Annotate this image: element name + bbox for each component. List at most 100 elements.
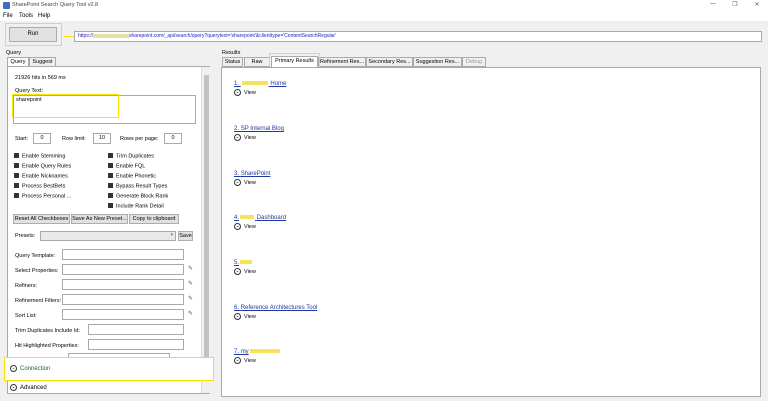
result-link[interactable]: 4. Dashboard [234, 215, 286, 221]
query-panel-scrollbar[interactable] [201, 67, 210, 393]
result-number: 3. [234, 171, 240, 177]
refiners-input[interactable] [62, 279, 184, 290]
result-link[interactable]: 7. my [234, 349, 281, 355]
tab-secondary-results[interactable]: Secondary Res... [366, 57, 413, 67]
result-item: 5. ⌄ View [234, 260, 256, 275]
checkbox-label: Enable FQL [116, 163, 146, 170]
rows-per-page-label: Rows per page: [120, 136, 159, 142]
trim-duplicates-id-label: Trim Duplicates Include Id: [15, 328, 80, 334]
preset-save-button[interactable]: Save [178, 231, 193, 241]
checkbox-enable-nicknames[interactable]: Enable Nicknames [14, 173, 68, 180]
edit-pencil-icon[interactable]: ✎ [188, 280, 193, 287]
checkbox-generate-block-rank[interactable]: Generate Block Rank [108, 193, 168, 200]
row-limit-input[interactable]: 10 [93, 133, 111, 144]
checkbox-icon [108, 203, 113, 208]
view-expander[interactable]: ⌄ View [234, 223, 286, 230]
chevron-down-icon: ⌄ [234, 357, 241, 364]
query-url-field[interactable]: https:// sharepoint.com/_api/search/query… [74, 31, 762, 42]
close-icon[interactable]: ✕ [750, 1, 764, 8]
checkbox-icon [108, 193, 113, 198]
advanced-label: Advanced [20, 385, 47, 392]
result-title: SharePoint [240, 171, 271, 177]
chevron-down-icon: ⌄ [234, 179, 241, 186]
chevron-down-icon: ⌄ [234, 313, 241, 320]
minimize-icon[interactable]: — [706, 1, 720, 7]
menu-file[interactable]: File [3, 13, 13, 19]
tab-suggestion-results[interactable]: Suggestion Res... [413, 57, 462, 67]
checkbox-icon [14, 153, 19, 158]
checkbox-label: Enable Query Rules [22, 163, 72, 170]
refinement-filters-input[interactable] [62, 294, 184, 305]
copy-to-clipboard-button[interactable]: Copy to clipboard [129, 214, 179, 224]
checkbox-label: Enable Phonetic [116, 173, 157, 180]
sort-list-label: Sort List: [15, 313, 37, 319]
maximize-icon[interactable]: ❐ [728, 1, 742, 8]
checkbox-bypass-result-types[interactable]: Bypass Result Types [108, 183, 167, 190]
edit-pencil-icon[interactable]: ✎ [188, 265, 193, 272]
menu-tools[interactable]: Tools [19, 13, 33, 19]
query-template-input[interactable] [62, 249, 184, 260]
checkbox-enable-phonetic[interactable]: Enable Phonetic [108, 173, 156, 180]
view-expander[interactable]: ⌄ View [234, 89, 286, 96]
run-button[interactable]: Run [9, 27, 57, 42]
result-link[interactable]: 3. SharePoint [234, 171, 270, 177]
checkbox-process-bestbets[interactable]: Process BestBets [14, 183, 65, 190]
trim-duplicates-id-input[interactable] [88, 324, 184, 335]
result-title: SP Internal Blog [240, 126, 284, 132]
tab-refinement-results[interactable]: Refinement Res... [318, 57, 366, 67]
view-expander[interactable]: ⌄ View [234, 268, 256, 275]
hit-highlighted-properties-label: Hit Highlighted Properties: [15, 343, 79, 349]
hit-highlighted-properties-input[interactable] [88, 339, 184, 350]
result-title: Dashboard [256, 215, 287, 221]
result-link[interactable]: 2. SP Internal Blog [234, 126, 284, 132]
sort-list-input[interactable] [62, 309, 184, 320]
checkbox-enable-stemming[interactable]: Enable Stemming [14, 153, 65, 160]
tab-raw[interactable]: Raw [244, 57, 270, 67]
connection-expander[interactable]: ⌄ Connection [10, 365, 50, 372]
view-expander[interactable]: ⌄ View [234, 357, 281, 364]
row-limit-label: Row limit: [62, 136, 86, 142]
result-number: 7. [234, 349, 240, 355]
checkbox-label: Enable Nicknames [22, 173, 68, 180]
checkbox-trim-duplicates[interactable]: Trim Duplicates [108, 153, 154, 160]
redaction-mark [241, 81, 268, 86]
tab-debug[interactable]: Debug [462, 57, 486, 67]
view-label: View [244, 357, 256, 364]
checkbox-process-personal[interactable]: Process Personal ... [14, 193, 71, 200]
result-link[interactable]: 5. [234, 260, 256, 266]
edit-pencil-icon[interactable]: ✎ [188, 310, 193, 317]
presets-dropdown[interactable]: ▾ [40, 231, 176, 241]
checkbox-icon [108, 163, 113, 168]
result-title: my [240, 349, 249, 355]
edit-pencil-icon[interactable]: ✎ [188, 295, 193, 302]
checkbox-include-rank-detail[interactable]: Include Rank Detail [108, 203, 164, 210]
query-template-label: Query Template: [15, 253, 56, 259]
view-expander[interactable]: ⌄ View [234, 179, 270, 186]
checkbox-icon [108, 153, 113, 158]
result-item: 6. Reference Architectures Tool ⌄ View [234, 305, 317, 320]
checkbox-enable-fql[interactable]: Enable FQL [108, 163, 145, 170]
view-label: View [244, 268, 256, 275]
view-label: View [244, 134, 256, 141]
result-link[interactable]: 1. Home [234, 81, 286, 87]
result-link[interactable]: 6. Reference Architectures Tool [234, 305, 317, 311]
result-item: 7. my ⌄ View [234, 349, 281, 364]
result-item: 3. SharePoint ⌄ View [234, 171, 270, 186]
menu-bar: File Tools Help [0, 11, 768, 21]
tab-status[interactable]: Status [222, 57, 243, 67]
view-expander[interactable]: ⌄ View [234, 313, 317, 320]
view-expander[interactable]: ⌄ View [234, 134, 284, 141]
advanced-expander[interactable]: ⌄ Advanced [10, 384, 47, 391]
primary-results-panel [221, 67, 761, 397]
scrollbar-thumb[interactable] [204, 75, 209, 357]
checkbox-enable-query-rules[interactable]: Enable Query Rules [14, 163, 71, 170]
start-input[interactable]: 0 [33, 133, 51, 144]
reset-all-checkboxes-button[interactable]: Reset All Checkboxes [13, 214, 70, 224]
select-properties-input[interactable] [62, 264, 184, 275]
save-as-new-preset-button[interactable]: Save As New Preset... [71, 214, 128, 224]
rows-per-page-input[interactable]: 0 [164, 133, 182, 144]
result-number: 5. [234, 260, 240, 266]
menu-help[interactable]: Help [38, 13, 50, 19]
checkbox-label: Process Personal ... [22, 193, 72, 200]
result-number: 6. [234, 305, 240, 311]
